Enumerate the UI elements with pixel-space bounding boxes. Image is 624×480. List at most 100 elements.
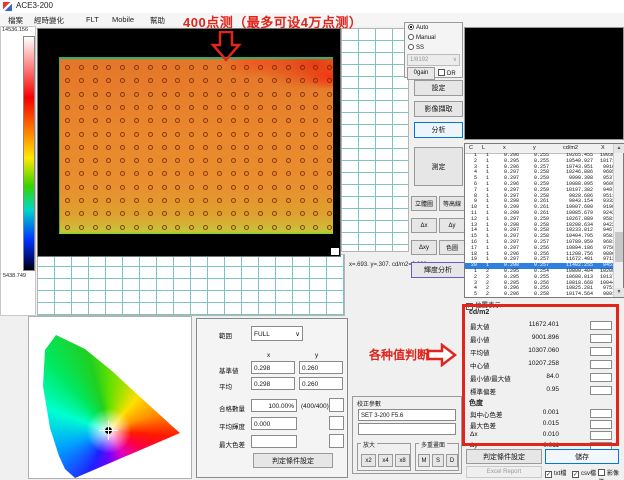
measurement-point-dot (217, 211, 222, 216)
stat-limit-box[interactable] (590, 321, 612, 330)
save-button[interactable]: 儲存 (545, 449, 619, 464)
measurement-point-dot (286, 132, 291, 137)
shutter-value: 1/8192 (410, 57, 428, 63)
criteria-box[interactable] (329, 434, 344, 448)
table-row[interactable]: 520.2960.25810174.5649801 (465, 292, 613, 298)
cie-horseshoe[interactable] (37, 319, 187, 479)
measurement-point-dot (300, 211, 305, 216)
stat-limit-box[interactable] (590, 431, 612, 440)
txt-file-checkbox[interactable]: ✓txt檔 (545, 468, 566, 478)
measurement-point-dot (65, 145, 70, 150)
calibration-set-field[interactable]: SET 3-200 F5.6 (358, 409, 456, 421)
measurement-point-dot (79, 171, 84, 176)
measurement-point-dot (300, 158, 305, 163)
table-cell: 10174.564 (549, 292, 593, 298)
scroll-down-icon[interactable]: ▼ (614, 288, 624, 297)
measurement-point-dot (106, 211, 111, 216)
stat-row: 中心値10207.258 (464, 360, 619, 372)
menu-file[interactable]: 檔案 (8, 15, 23, 26)
measurement-point-dot (134, 145, 139, 150)
measurement-point-dot (93, 171, 98, 176)
stat-limit-box[interactable] (590, 420, 612, 429)
luminance-heatmap[interactable] (59, 57, 333, 234)
measurement-point-dot (258, 185, 263, 190)
average-y-field[interactable]: 0.260 (299, 377, 343, 390)
delta-xy-button[interactable]: Δxy (411, 240, 437, 255)
average-x-field[interactable]: 0.298 (251, 377, 295, 390)
measurement-point-dot (162, 185, 167, 190)
criteria-box[interactable] (329, 416, 344, 430)
analyze-button[interactable]: 分析 (414, 122, 463, 138)
range-select[interactable]: FULL∨ (251, 326, 303, 341)
annotation-points-note: 400点测（最多可设4万点测） (183, 12, 362, 31)
measurement-point-dot (162, 132, 167, 137)
stat-limit-box[interactable] (590, 334, 612, 343)
menu-help[interactable]: 幫助 (150, 15, 165, 26)
measurement-point-dot (175, 65, 180, 70)
stat-limit-box[interactable] (590, 386, 612, 395)
scroll-thumb[interactable] (615, 232, 623, 262)
measurement-point-dot (93, 132, 98, 137)
stat-limit-box[interactable] (590, 360, 612, 369)
stat-label: 最大値 (470, 321, 490, 331)
camera-image-display[interactable] (464, 27, 624, 140)
excel-report-button[interactable]: Excel Report (466, 466, 542, 478)
menu-mobile[interactable]: Mobile (112, 15, 134, 24)
colormap-button[interactable]: 色圖 (439, 240, 465, 255)
max-color-diff-field[interactable] (251, 435, 297, 448)
radio-ss[interactable]: SS (408, 44, 462, 53)
measurement-point-dot (231, 132, 236, 137)
measurement-point-dot (65, 132, 70, 137)
zoom-x2-button[interactable]: x2 (361, 454, 376, 467)
capture-button[interactable]: 影像擷取 (414, 101, 463, 117)
zoom-x4-button[interactable]: x4 (378, 454, 393, 467)
measurement-point-dot (175, 211, 180, 216)
criteria-box[interactable] (329, 398, 344, 412)
delta-x-button[interactable]: Δx (411, 218, 437, 233)
csv-file-checkbox[interactable]: ✓csv檔 (572, 468, 596, 478)
dr-checkbox[interactable]: DR (438, 69, 456, 77)
radio-manual[interactable]: Manual (408, 34, 462, 43)
measurement-display[interactable] (37, 28, 341, 257)
measurement-point-dot (258, 198, 263, 203)
stereo-button[interactable]: 立體圖 (411, 196, 437, 211)
calibration-empty-field[interactable] (358, 423, 456, 435)
multi-s-button[interactable]: S (432, 454, 444, 467)
judge-criteria-button[interactable]: 判定條件設定 (253, 453, 333, 468)
table-scrollbar[interactable]: ▲ ▼ (613, 144, 623, 297)
measurement-point-dot (231, 105, 236, 110)
menu-flt[interactable]: FLT (86, 15, 99, 24)
multi-d-button[interactable]: D (446, 454, 458, 467)
contour-button[interactable]: 等高線 (439, 196, 465, 211)
avg-luminance-field[interactable]: 0.000 (251, 417, 297, 430)
reference-x-field[interactable]: 0.298 (251, 361, 295, 374)
pass-rate-field[interactable]: 100.00% (251, 399, 297, 412)
stat-limit-box[interactable] (590, 409, 612, 418)
radio-auto[interactable]: Auto (408, 24, 462, 33)
measure-button[interactable]: 測定 (414, 147, 463, 186)
delta-y-button[interactable]: Δy (439, 218, 465, 233)
judge-criteria-button-2[interactable]: 判定條件設定 (466, 449, 542, 464)
stat-limit-box[interactable] (590, 373, 612, 382)
settings-button[interactable]: 設定 (414, 80, 463, 96)
gain-button[interactable]: 0gain (407, 67, 435, 80)
measurement-point-dot (231, 78, 236, 83)
scroll-up-icon[interactable]: ▲ (614, 144, 624, 153)
luminance-scale-panel: 14536.156 5438.749 (0, 26, 36, 316)
menu-trend[interactable]: 經時變化 (34, 15, 64, 26)
shutter-select[interactable]: 1/8192 ∨ (407, 54, 460, 66)
image-file-checkbox[interactable]: 影像檔 (598, 468, 624, 480)
reference-y-field[interactable]: 0.260 (299, 361, 343, 374)
multi-m-button[interactable]: M (418, 454, 430, 467)
luminance-analysis-button[interactable]: 輝度分析 (411, 262, 465, 278)
csv-checkbox-label: csv檔 (581, 471, 596, 477)
measurement-point-dot (300, 105, 305, 110)
chevron-down-icon: ∨ (453, 55, 457, 65)
stat-limit-box[interactable] (590, 347, 612, 356)
col-l: L (482, 145, 485, 151)
measurement-point-dot (327, 78, 332, 83)
measurement-point-dot (162, 118, 167, 123)
measurement-point-dot (327, 132, 332, 137)
zoom-x8-button[interactable]: x8 (395, 454, 410, 467)
measurement-point-dot (134, 225, 139, 230)
